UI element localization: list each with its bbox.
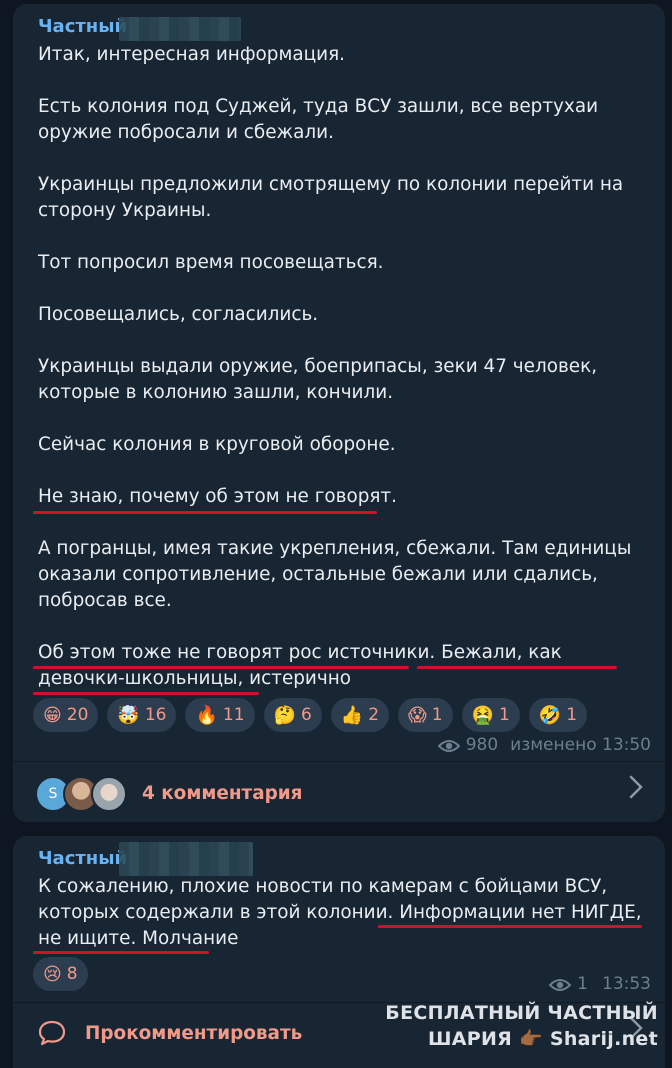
watermark-line: ШАРИЯ 👉🏾 Sharij.net [427, 1028, 658, 1050]
reaction-mind-blown[interactable]: 🤯 16 [107, 698, 177, 732]
red-underline [33, 666, 409, 669]
reaction-thumbs-up[interactable]: 👍 2 [330, 698, 390, 732]
message-meta: 1 13:53 [548, 974, 651, 994]
reaction-count: 1 [431, 705, 443, 725]
paragraph: Не знаю, почему об этом не говорят. [38, 486, 397, 507]
paragraph: А погранцы, имея такие укрепления, сбежа… [38, 538, 638, 611]
reaction-crying[interactable]: 😢 8 [33, 957, 88, 991]
fire-emoji-icon: 🔥 [195, 704, 218, 726]
comments-count-label[interactable]: 4 комментария [142, 783, 303, 804]
reaction-rofl[interactable]: 🤣 1 [528, 698, 588, 732]
paragraph: К сожалению, плохие новости по камерам с… [38, 876, 648, 949]
rofl-emoji-icon: 🤣 [538, 704, 562, 726]
scream-emoji-icon: 😱 [408, 704, 427, 726]
message-text: Итак, интересная информация. Есть колони… [38, 42, 648, 692]
sender-name[interactable]: Частный [38, 848, 127, 869]
thumbs-up-emoji-icon: 👍 [340, 704, 364, 726]
paragraph: Итак, интересная информация. [38, 44, 345, 65]
reaction-scream[interactable]: 😱 1 [398, 698, 453, 732]
reaction-count: 1 [499, 705, 510, 725]
sender-name[interactable]: Частный [38, 16, 127, 37]
reaction-count: 16 [144, 705, 167, 725]
reaction-count: 1 [566, 705, 578, 725]
avatar [91, 776, 127, 812]
comments-link[interactable]: S 4 комментария [13, 762, 665, 822]
vomit-emoji-icon: 🤮 [471, 704, 495, 726]
reactions-bar: 😢 8 [33, 957, 88, 991]
add-comment-label[interactable]: Прокомментировать [85, 1023, 302, 1044]
reactions-bar: 😁 20 🤯 16 🔥 11 🤔 6 👍 2 😱 1 🤮 1 🤣 1 [33, 698, 588, 732]
paragraph: Есть колония под Суджей, туда ВСУ зашли,… [38, 96, 604, 143]
reaction-thinking[interactable]: 🤔 6 [263, 698, 322, 732]
reaction-count: 20 [66, 705, 89, 725]
red-underline [33, 511, 377, 514]
message-text: К сожалению, плохие новости по камерам с… [38, 874, 648, 952]
comment-bubble-icon [37, 1019, 67, 1051]
watermark: БЕСПЛАТНЫЙ ЧАСТНЫЙ ШАРИЯ 👉🏾 Sharij.net [385, 1000, 658, 1052]
view-count: 980 [465, 735, 499, 755]
red-underline [33, 692, 259, 695]
reaction-count: 6 [300, 705, 312, 725]
chevron-right-icon[interactable] [629, 775, 643, 806]
commenter-avatars: S [35, 776, 127, 812]
red-underline [417, 666, 617, 669]
reaction-count: 2 [368, 705, 380, 725]
redacted-name [119, 842, 253, 876]
grin-emoji-icon: 😁 [43, 704, 62, 726]
paragraph: Тот попросил время посовещаться. [38, 252, 384, 273]
paragraph: Украинцы предложили смотрящему по колони… [38, 174, 630, 221]
reaction-grin[interactable]: 😁 20 [33, 698, 99, 732]
message-time: 13:53 [602, 974, 651, 994]
crying-emoji-icon: 😢 [43, 963, 62, 985]
message-bubble-1: Частный Итак, интересная информация. Ест… [13, 4, 665, 822]
mind-blown-emoji-icon: 🤯 [117, 704, 140, 726]
eye-icon [548, 977, 572, 991]
thinking-emoji-icon: 🤔 [273, 704, 296, 726]
redacted-name [119, 17, 241, 41]
edited-time: изменено 13:50 [510, 735, 651, 755]
reaction-vomit[interactable]: 🤮 1 [461, 698, 520, 732]
reaction-count: 11 [222, 705, 245, 725]
view-count: 1 [577, 974, 588, 994]
reaction-count: 8 [66, 964, 78, 984]
paragraph: Посовещались, согласились. [38, 304, 319, 325]
red-underline [33, 951, 209, 954]
paragraph: Сейчас колония в круговой обороне. [38, 434, 396, 455]
eye-icon [437, 738, 461, 752]
red-underline [378, 925, 642, 928]
message-meta: 980 изменено 13:50 [437, 735, 651, 755]
reaction-fire[interactable]: 🔥 11 [185, 698, 255, 732]
paragraph: Украинцы выдали оружие, боеприпасы, зеки… [38, 356, 603, 403]
watermark-line: БЕСПЛАТНЫЙ ЧАСТНЫЙ [385, 1002, 658, 1024]
